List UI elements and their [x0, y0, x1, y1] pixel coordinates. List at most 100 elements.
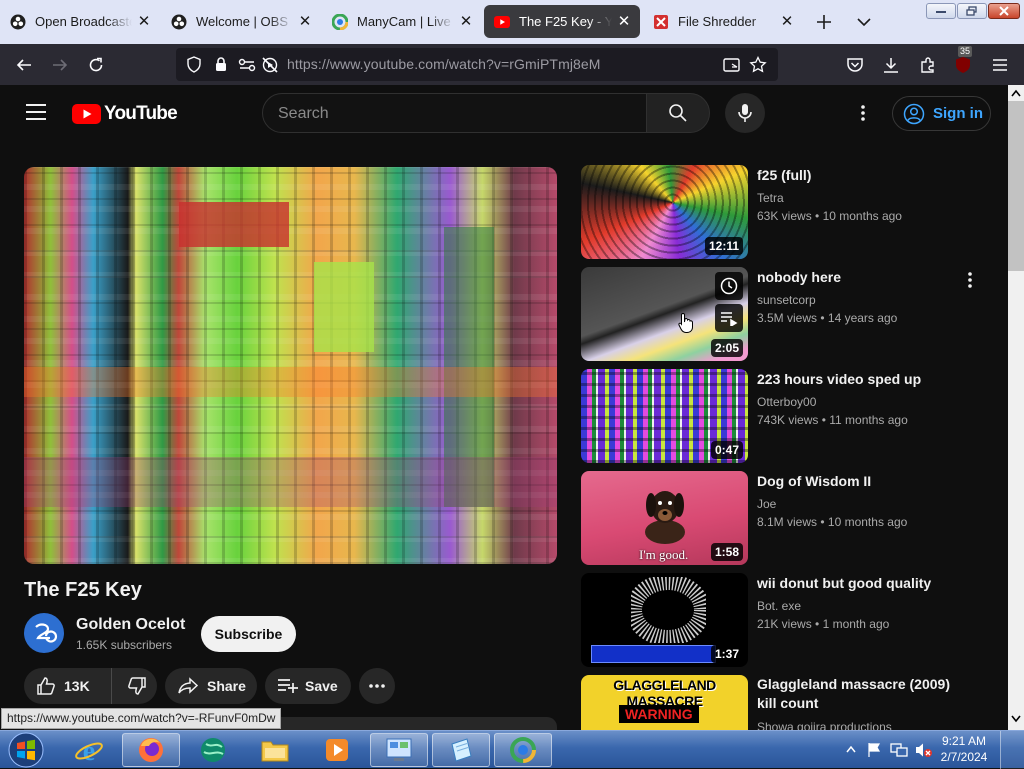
- video-glitch-block: [24, 367, 557, 397]
- subscribe-button[interactable]: Subscribe: [201, 616, 296, 652]
- video-thumbnail[interactable]: 0:47: [581, 369, 748, 463]
- close-window-button[interactable]: [988, 3, 1020, 19]
- ublock-extension-button[interactable]: 35: [950, 46, 976, 78]
- video-thumbnail[interactable]: I'm good. 1:58: [581, 471, 748, 565]
- minimize-window-button[interactable]: [926, 3, 956, 19]
- video-thumbnail[interactable]: 1:37: [581, 573, 748, 667]
- firefox-icon: [139, 738, 163, 762]
- like-button[interactable]: 13K: [24, 668, 112, 704]
- more-actions-button[interactable]: [359, 668, 395, 704]
- recommendation-title[interactable]: wii donut but good quality: [757, 575, 972, 591]
- address-bar[interactable]: https://www.youtube.com/watch?v=rGmiPTmj…: [176, 48, 778, 81]
- scrollbar-thumb[interactable]: [1008, 101, 1024, 271]
- scroll-down-icon[interactable]: [1011, 715, 1021, 723]
- video-thumbnail[interactable]: GLAGGLELAND MASSACRE WARNING: [581, 675, 748, 730]
- recommendation-channel: Bot. exe: [757, 599, 802, 613]
- bookmark-star-icon[interactable]: [749, 56, 767, 74]
- recommendation-meta: 743K views • 11 months ago: [757, 413, 908, 427]
- extensions-button[interactable]: [915, 52, 941, 78]
- close-icon[interactable]: ✕: [458, 13, 474, 30]
- action-menu-button[interactable]: [967, 271, 973, 289]
- recommendation-title[interactable]: Dog of Wisdom II: [757, 473, 972, 489]
- recommendation-title[interactable]: Glaggleland massacre (2009) kill count: [757, 675, 972, 713]
- search-button[interactable]: [646, 93, 710, 133]
- video-thumbnail[interactable]: 2:05: [581, 267, 748, 361]
- downloads-button[interactable]: [878, 52, 904, 78]
- hamburger-menu-icon: [993, 59, 1007, 71]
- tab-file-shredder[interactable]: File Shredder ✕: [643, 5, 803, 38]
- sign-in-label: Sign in: [933, 105, 983, 122]
- taskbar-firefox[interactable]: [122, 733, 180, 767]
- system-clock[interactable]: 9:21 AM 2/7/2024: [936, 733, 992, 765]
- close-icon[interactable]: ✕: [779, 13, 795, 30]
- app-menu-button[interactable]: [987, 52, 1013, 78]
- back-button[interactable]: [11, 52, 37, 78]
- recommendation-item[interactable]: I'm good. 1:58 Dog of Wisdom II Joe 8.1M…: [581, 471, 1001, 565]
- search-input[interactable]: Search: [262, 93, 647, 133]
- dislike-button[interactable]: [112, 668, 157, 704]
- recommendation-item[interactable]: 2:05 nobody here sunsetcorp 3.5M views •…: [581, 267, 1001, 361]
- show-hidden-icons-icon[interactable]: [846, 746, 856, 753]
- settings-menu-button[interactable]: [860, 104, 866, 122]
- file-shredder-icon: [654, 14, 668, 29]
- reader-view-icon[interactable]: [723, 57, 740, 73]
- tab-manycam[interactable]: ManyCam | Live vid ✕: [322, 5, 482, 38]
- taskbar-app-globe[interactable]: [184, 733, 242, 767]
- recommendation-title[interactable]: nobody here: [757, 269, 972, 285]
- network-icon[interactable]: [890, 742, 908, 758]
- share-icon: [178, 677, 199, 694]
- search-icon: [669, 104, 687, 122]
- close-icon[interactable]: ✕: [616, 13, 632, 30]
- recommendation-item[interactable]: 12:11 f25 (full) Tetra 63K views • 10 mo…: [581, 165, 1001, 259]
- tab-youtube-active[interactable]: The F25 Key - YouTu ✕: [484, 5, 640, 38]
- voice-search-button[interactable]: [725, 93, 765, 133]
- recommendation-title[interactable]: 223 hours video sped up: [757, 371, 972, 387]
- new-tab-button[interactable]: [813, 11, 835, 33]
- recommendation-item[interactable]: 0:47 223 hours video sped up Otterboy00 …: [581, 369, 1001, 463]
- page-scrollbar[interactable]: [1008, 85, 1024, 730]
- watch-later-button[interactable]: [715, 272, 743, 300]
- sign-in-button[interactable]: Sign in: [892, 96, 991, 131]
- taskbar-manycam[interactable]: [494, 733, 552, 767]
- start-button[interactable]: [4, 731, 48, 769]
- close-icon[interactable]: ✕: [297, 13, 313, 30]
- recommendation-title[interactable]: f25 (full): [757, 167, 972, 183]
- scroll-up-icon[interactable]: [1011, 89, 1021, 97]
- permissions-icon[interactable]: [238, 57, 256, 73]
- taskbar-media-player[interactable]: [308, 733, 366, 767]
- channel-avatar[interactable]: [24, 613, 64, 653]
- video-player[interactable]: [24, 167, 557, 564]
- browser-tab-bar: Open Broadcaster S ✕ Welcome | OBS ✕ Man…: [0, 0, 1024, 44]
- autoplay-blocked-icon[interactable]: [261, 56, 279, 74]
- show-desktop-button[interactable]: [1000, 731, 1024, 769]
- restore-window-button[interactable]: [957, 3, 987, 19]
- recommendation-meta: 21K views • 1 month ago: [757, 617, 890, 631]
- youtube-logo[interactable]: YouTube: [72, 103, 178, 125]
- recommendation-item[interactable]: GLAGGLELAND MASSACRE WARNING Glaggleland…: [581, 675, 1001, 730]
- tab-title: Welcome | OBS: [196, 14, 288, 29]
- taskbar-notepad[interactable]: [432, 733, 490, 767]
- video-glitch-block: [179, 202, 289, 247]
- tab-welcome-obs[interactable]: Welcome | OBS ✕: [161, 5, 321, 38]
- list-all-tabs-button[interactable]: [853, 11, 875, 33]
- video-thumbnail[interactable]: 12:11: [581, 165, 748, 259]
- forward-button[interactable]: [47, 52, 73, 78]
- guide-menu-button[interactable]: [26, 104, 46, 120]
- url-text: https://www.youtube.com/watch?v=rGmiPTmj…: [287, 56, 601, 72]
- volume-muted-icon[interactable]: [915, 742, 933, 758]
- globe-app-icon: [201, 738, 225, 762]
- action-center-flag-icon[interactable]: [866, 742, 882, 758]
- pocket-button[interactable]: [842, 52, 868, 78]
- close-icon[interactable]: ✕: [136, 13, 152, 30]
- share-button[interactable]: Share: [165, 668, 257, 704]
- channel-name[interactable]: Golden Ocelot: [76, 616, 185, 634]
- taskbar-control-panel[interactable]: [370, 733, 428, 767]
- recommendation-item[interactable]: 1:37 wii donut but good quality Bot. exe…: [581, 573, 1001, 667]
- add-to-queue-button[interactable]: [715, 304, 743, 332]
- tab-open-broadcaster[interactable]: Open Broadcaster S ✕: [0, 5, 160, 38]
- taskbar-internet-explorer[interactable]: e: [60, 733, 118, 767]
- save-button[interactable]: Save: [265, 668, 351, 704]
- recommendation-meta: 3.5M views • 14 years ago: [757, 311, 898, 325]
- reload-button[interactable]: [83, 52, 109, 78]
- taskbar-file-explorer[interactable]: [246, 733, 304, 767]
